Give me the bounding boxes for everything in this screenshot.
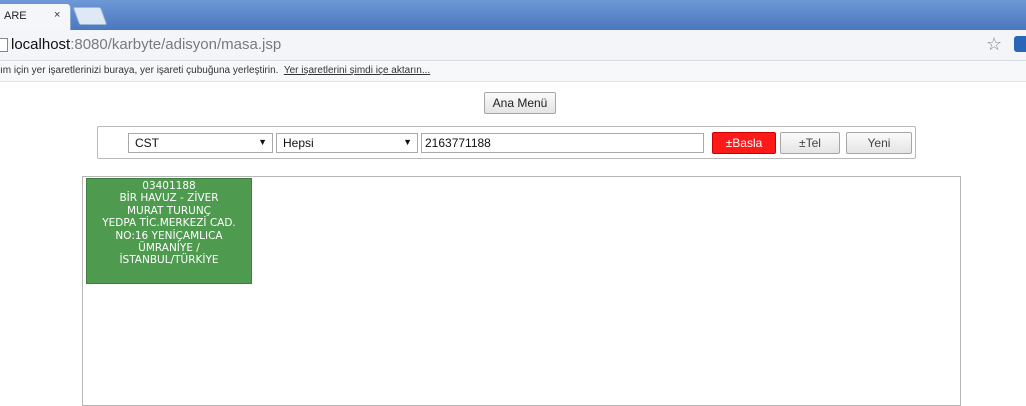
close-icon[interactable]: ×	[54, 9, 60, 21]
import-bookmarks-link[interactable]: Yer işaretlerini şimdi içe aktarın...	[284, 65, 430, 76]
type-select[interactable]: CST ▼	[128, 133, 273, 153]
url-host: localhost	[11, 36, 71, 53]
page-icon	[0, 38, 8, 52]
start-button[interactable]: ±Basla	[712, 132, 776, 154]
card-line: İSTANBUL/TÜRKİYE	[119, 254, 219, 267]
url-path: :8080/karbyte/adisyon/masa.jsp	[70, 36, 282, 53]
card-line: BİR HAVUZ - ZİVER	[119, 192, 219, 205]
customer-card[interactable]: 03401188 BİR HAVUZ - ZİVER MURAT TURUNÇ …	[86, 178, 252, 284]
new-button[interactable]: Yeni	[846, 132, 912, 154]
card-line: MURAT TURUNÇ	[127, 204, 211, 217]
address-bar[interactable]: localhost:8080/karbyte/adisyon/masa.jsp	[11, 36, 281, 53]
chevron-down-icon: ▼	[403, 137, 412, 147]
extension-icon[interactable]	[1014, 36, 1026, 52]
card-code: 03401188	[142, 180, 196, 192]
tel-button[interactable]: ±Tel	[780, 132, 840, 154]
filter-select[interactable]: Hepsi ▼	[276, 133, 418, 153]
bookmarks-message: ım için yer işaretlerinizi buraya, yer i…	[0, 65, 431, 76]
tab-title: ARE	[4, 10, 27, 22]
card-line: NO:16 YENİÇAMLICA	[115, 229, 223, 242]
tab-strip: ARE ×	[0, 0, 1026, 30]
bookmark-star-icon[interactable]: ☆	[986, 34, 1002, 55]
card-line: ÜMRANİYE /	[138, 242, 200, 255]
phone-input[interactable]: 2163771188	[421, 133, 704, 153]
browser-tab[interactable]: ARE ×	[0, 4, 71, 30]
chevron-down-icon: ▼	[258, 137, 267, 147]
card-line: YEDPA TİC.MERKEZİ CAD.	[102, 217, 236, 230]
type-select-value: CST	[135, 136, 159, 150]
filter-select-value: Hepsi	[283, 136, 314, 150]
main-menu-button[interactable]: Ana Menü	[484, 92, 556, 114]
bookmarks-bar: ım için yer işaretlerinizi buraya, yer i…	[0, 61, 1026, 82]
new-tab-button[interactable]	[72, 7, 108, 25]
